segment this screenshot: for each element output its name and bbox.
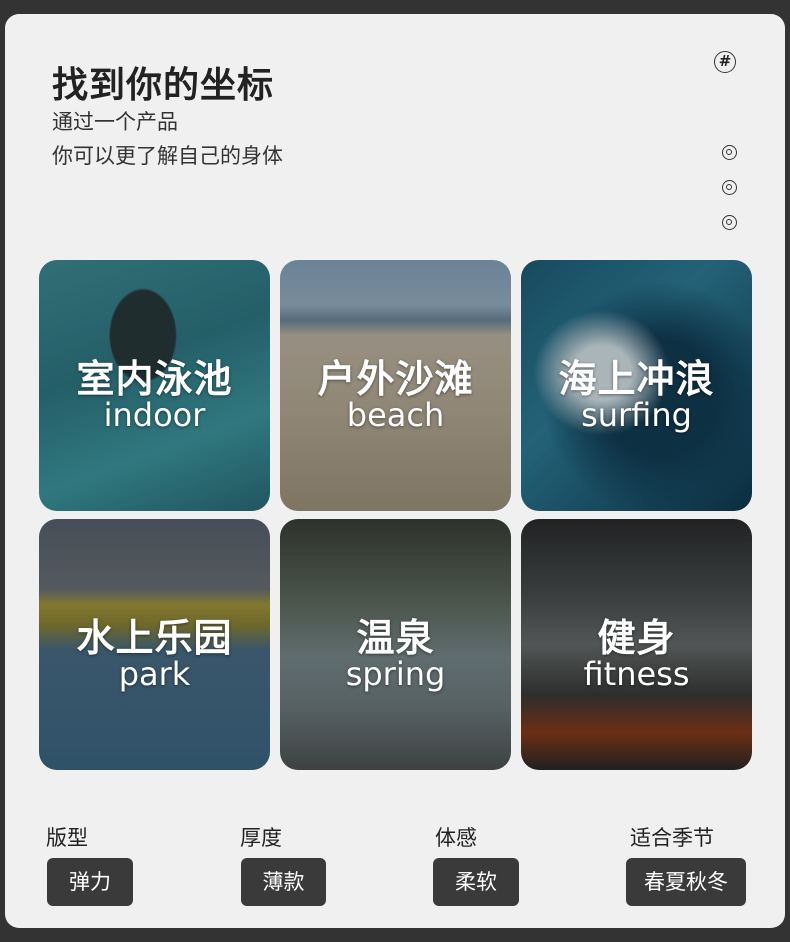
target-icon [722,215,737,230]
spec-value-fit: 弹力 [47,858,133,906]
tile-title-zh: 温泉 [356,616,435,660]
tile-title-en: indoor [103,396,206,434]
tile-title-zh: 海上冲浪 [558,357,715,401]
scene-tile-spring[interactable]: 温泉 spring [280,519,511,770]
spec-value-season: 春夏秋冬 [626,858,746,906]
target-icon [722,180,737,195]
scene-tile-beach[interactable]: 户外沙滩 beach [280,260,511,511]
tile-title-en: surfing [581,396,692,434]
spec-value-feel: 柔软 [433,858,519,906]
tile-title-zh: 户外沙滩 [317,357,474,401]
tile-title-zh: 室内泳池 [76,357,233,401]
tile-title-zh: 健身 [597,616,676,660]
spec-value-thickness: 薄款 [241,858,326,906]
tile-title-en: park [118,655,191,693]
subtitle-line-2: 你可以更了解自己的身体 [52,144,283,168]
spec-label-fit: 版型 [46,826,88,850]
tile-title-en: beach [346,396,445,434]
scene-tile-indoor[interactable]: 室内泳池 indoor [39,260,270,511]
scene-tile-fitness[interactable]: 健身 fitness [521,519,752,770]
tile-title-zh: 水上乐园 [76,616,233,660]
hash-circle-icon: # [714,51,736,73]
target-icon [722,145,737,160]
spec-label-feel: 体感 [435,826,477,850]
subtitle-line-1: 通过一个产品 [52,110,178,134]
tile-title-en: spring [345,655,446,693]
scene-tile-park[interactable]: 水上乐园 park [39,519,270,770]
spec-label-thickness: 厚度 [240,826,282,850]
page-title: 找到你的坐标 [52,65,275,106]
scene-tile-surfing[interactable]: 海上冲浪 surfing [521,260,752,511]
tile-title-en: fitness [583,655,690,693]
spec-label-season: 适合季节 [630,826,714,850]
